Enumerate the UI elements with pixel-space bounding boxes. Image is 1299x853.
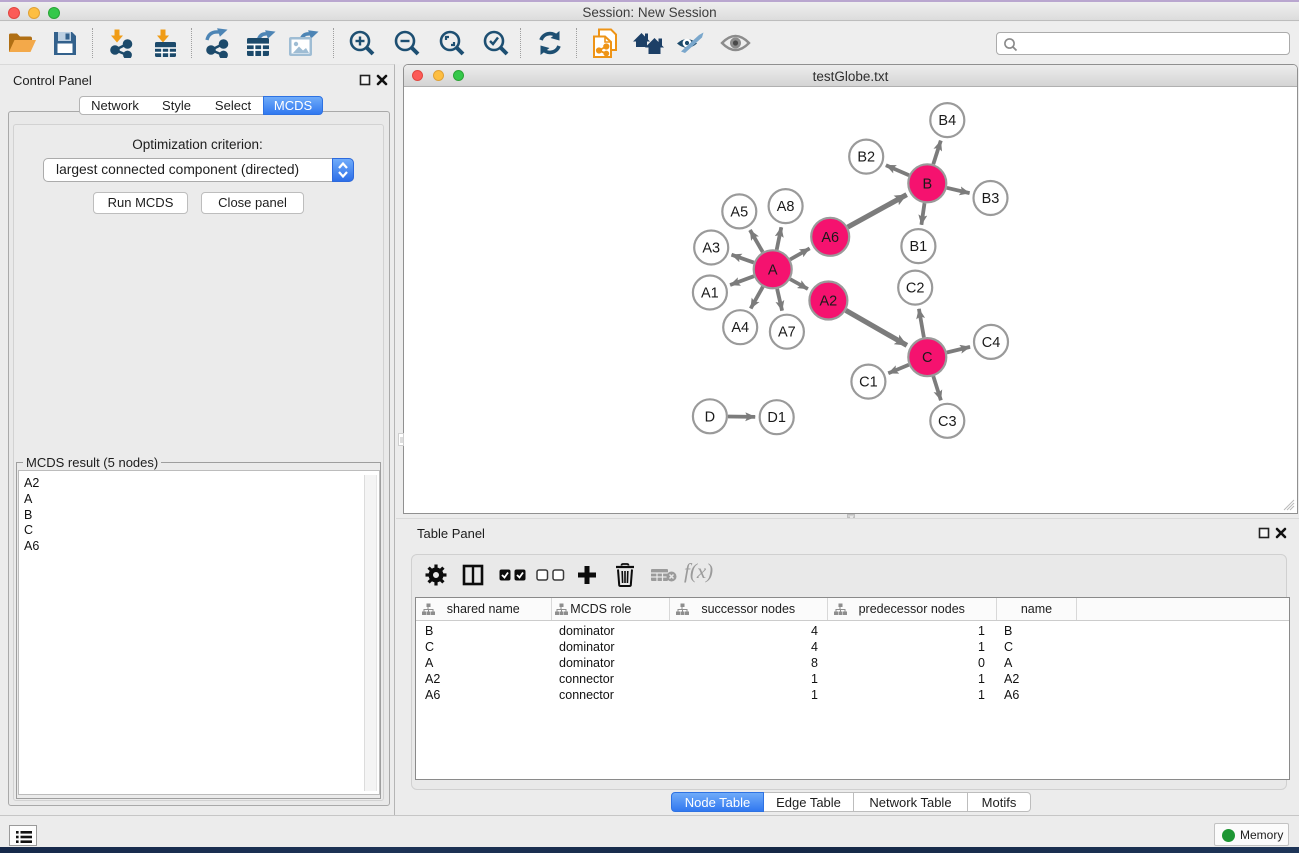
svg-text:A5: A5 xyxy=(730,204,748,220)
svg-text:B1: B1 xyxy=(910,239,928,255)
svg-text:A8: A8 xyxy=(777,199,795,215)
svg-text:C1: C1 xyxy=(859,375,878,391)
svg-text:C4: C4 xyxy=(982,335,1001,351)
svg-text:A: A xyxy=(768,262,778,278)
svg-text:A1: A1 xyxy=(701,286,719,302)
svg-text:D: D xyxy=(705,409,715,425)
svg-text:B2: B2 xyxy=(857,150,875,166)
svg-text:C2: C2 xyxy=(906,281,925,297)
svg-text:B: B xyxy=(922,176,932,192)
svg-text:A3: A3 xyxy=(702,241,720,257)
svg-text:C: C xyxy=(922,350,932,366)
svg-text:A2: A2 xyxy=(820,294,838,310)
svg-text:D1: D1 xyxy=(767,410,786,426)
svg-text:A4: A4 xyxy=(731,320,749,336)
svg-text:A6: A6 xyxy=(821,230,839,246)
svg-text:A7: A7 xyxy=(778,325,796,341)
svg-text:B3: B3 xyxy=(982,191,1000,207)
svg-text:C3: C3 xyxy=(938,414,957,430)
svg-text:B4: B4 xyxy=(938,113,956,129)
